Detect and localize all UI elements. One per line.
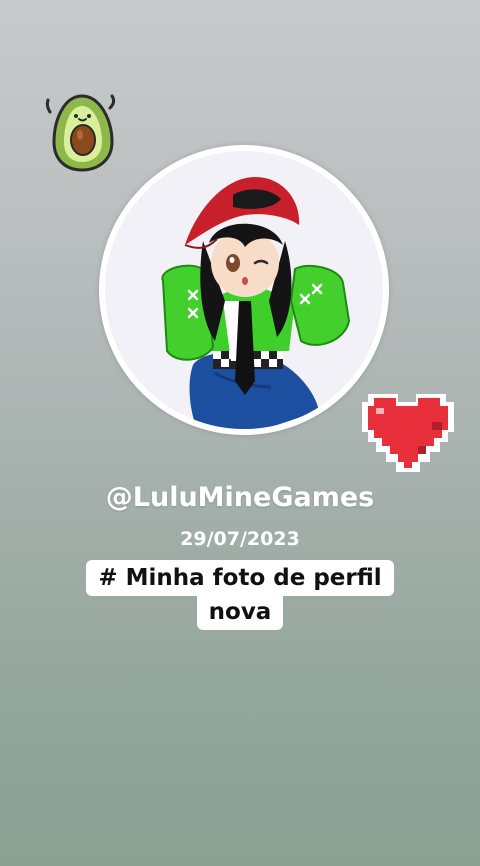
pixel-heart-icon <box>362 394 454 472</box>
date-label: 29/07/2023 <box>180 528 300 550</box>
caption-line-1: # Minha foto de perfil <box>86 560 394 596</box>
caption-line-2: nova <box>196 594 284 630</box>
avatar-icon <box>161 177 351 429</box>
profile-picture-frame <box>99 145 389 435</box>
username-label[interactable]: @LuluMineGames <box>0 482 480 513</box>
caption: # Minha foto de perfil nova <box>0 560 480 630</box>
profile-picture <box>105 151 383 429</box>
avocado-sticker-icon <box>45 94 116 172</box>
